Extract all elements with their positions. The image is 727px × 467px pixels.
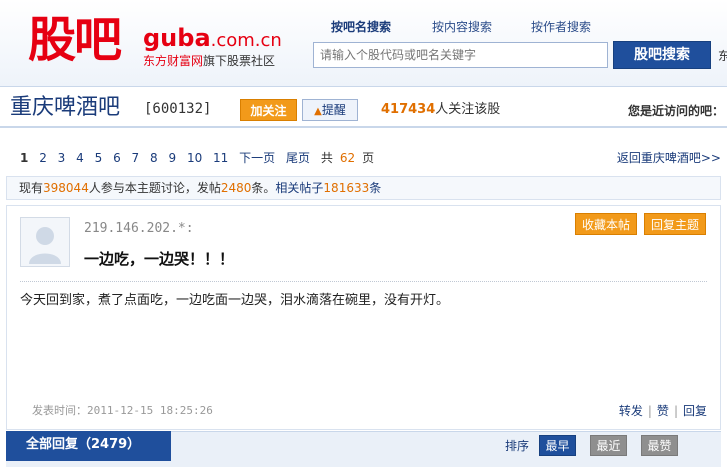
follower-suffix: 人关注该股 [435,102,501,117]
related-prefix: 相关帖子 [275,181,324,195]
total-prefix: 共 [320,151,333,165]
topic-stats: 现有398044人参与本主题讨论，发帖2480条。相关帖子181633条 [6,176,721,200]
action-separator: | [673,404,678,418]
search-input[interactable] [313,42,608,68]
post-time-value: 2011-12-15 18:25:26 [87,404,213,417]
page-link[interactable]: 9 [168,151,176,165]
follower-count: 417434人关注该股 [381,101,500,119]
post-actions: 转发 | 赞 | 回复 [619,403,707,419]
post-body: 今天回到家，煮了点面吃，一边吃面一边哭，泪水滴落在碗里，没有开灯。 [20,293,450,308]
bar-title[interactable]: 重庆啤酒吧 [10,93,120,123]
post-time-label: 发表时间： [32,404,87,417]
related-count: 181633 [323,181,370,195]
follow-button[interactable]: 加关注 [240,99,297,121]
tab-search-by-content[interactable]: 按内容搜索 [432,19,492,35]
sort-label: 排序 [505,439,530,453]
remind-label: 提醒 [321,103,346,117]
page-link[interactable]: 11 [213,151,228,165]
post-title: 一边吃，一边哭！！！ [84,250,235,268]
post-author[interactable]: 219.146.202.*: [84,221,194,237]
page-link[interactable]: 6 [113,151,121,165]
logo-en-main: guba [143,24,211,52]
sort-earliest-button[interactable]: 最早 [539,435,576,456]
action-separator: | [647,404,652,418]
next-page-link[interactable]: 下一页 [239,151,275,165]
logo-subtitle: 东方财富网旗下股票社区 [143,53,275,69]
guba-logo[interactable]: 股吧 [28,12,122,68]
user-silhouette-icon [29,227,61,264]
page-link[interactable]: 3 [58,151,66,165]
total-pages-number: 62 [339,151,356,165]
page-link[interactable]: 10 [187,151,202,165]
page-link[interactable]: 4 [76,151,84,165]
page-link[interactable]: 2 [39,151,47,165]
guba-logo-domain[interactable]: guba.com.cn [143,24,282,55]
tab-search-by-author[interactable]: 按作者搜索 [531,19,591,35]
total-pages: 共 62 页 [321,151,381,165]
related-posts-link[interactable]: 相关帖子181633条 [275,181,381,195]
stock-code: [600132] [144,101,212,117]
participants-count: 398044 [43,181,89,195]
recent-bars-label: 您是近访问的吧： [628,104,725,118]
bell-icon: ▲ [314,106,322,117]
posts-count: 2480 [220,181,252,195]
related-suffix: 条 [369,181,382,195]
page-link[interactable]: 5 [95,151,103,165]
post-divider [20,281,707,282]
tab-search-by-bar[interactable]: 按吧名搜索 [331,19,391,35]
page-link-current[interactable]: 1 [20,151,28,165]
reply-link[interactable]: 回复 [683,404,707,418]
post-card [6,205,721,430]
header-edge-text: 东 [718,49,727,63]
page-link[interactable]: 8 [150,151,158,165]
posts-suffix: 条。 [251,181,276,195]
reply-topic-button[interactable]: 回复主题 [644,213,706,235]
remind-button[interactable]: ▲提醒 [302,99,358,121]
search-button[interactable]: 股吧搜索 [613,41,711,69]
logo-sub-text: 旗下股票社区 [203,54,276,68]
avatar[interactable] [20,217,70,267]
back-to-bar-link[interactable]: 返回重庆啤酒吧>> [617,150,721,166]
post-timestamp: 发表时间：2011-12-15 18:25:26 [32,404,213,418]
pagination: 1 2 3 4 5 6 7 8 9 10 11 下一页 尾页 共 62 页 [20,150,388,166]
forward-link[interactable]: 转发 [619,404,643,418]
logo-en-domain: .com.cn [210,30,282,51]
like-link[interactable]: 赞 [657,404,669,418]
all-replies-tab[interactable]: 全部回复（2479） [6,431,171,461]
follower-number: 417434 [381,102,436,117]
participants-suffix: 人参与本主题讨论，发帖 [88,181,221,195]
logo-sub-brand: 东方财富网 [143,54,204,68]
sort-latest-button[interactable]: 最近 [590,435,627,456]
favorite-post-button[interactable]: 收藏本帖 [575,213,637,235]
sort-top-button[interactable]: 最赞 [641,435,678,456]
stats-prefix: 现有 [19,181,44,195]
total-suffix: 页 [362,151,375,165]
last-page-link[interactable]: 尾页 [286,151,310,165]
page-link[interactable]: 7 [132,151,140,165]
